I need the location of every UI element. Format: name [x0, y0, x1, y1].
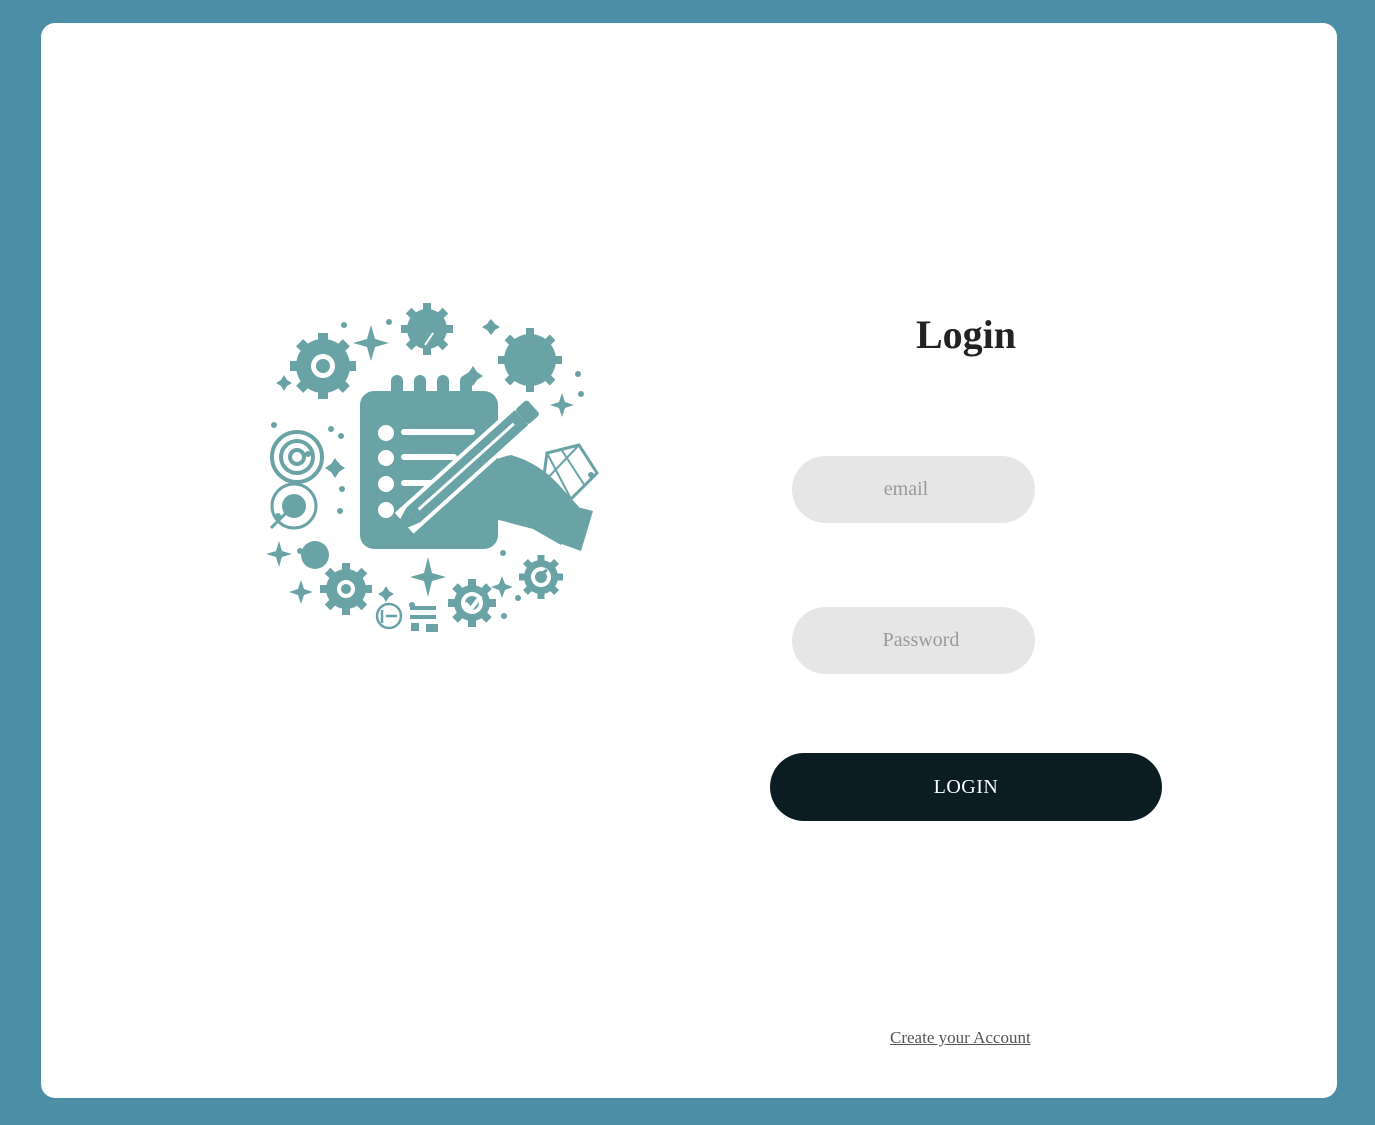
password-field[interactable]: [792, 607, 1035, 674]
email-field[interactable]: [792, 456, 1035, 523]
login-card: Login LOGIN Create your Account: [41, 23, 1337, 1098]
create-account-link[interactable]: Create your Account: [890, 1028, 1031, 1048]
notepad-pencil-gears-icon: [266, 303, 599, 632]
login-button[interactable]: LOGIN: [770, 753, 1162, 821]
page-title: Login: [915, 312, 1017, 357]
